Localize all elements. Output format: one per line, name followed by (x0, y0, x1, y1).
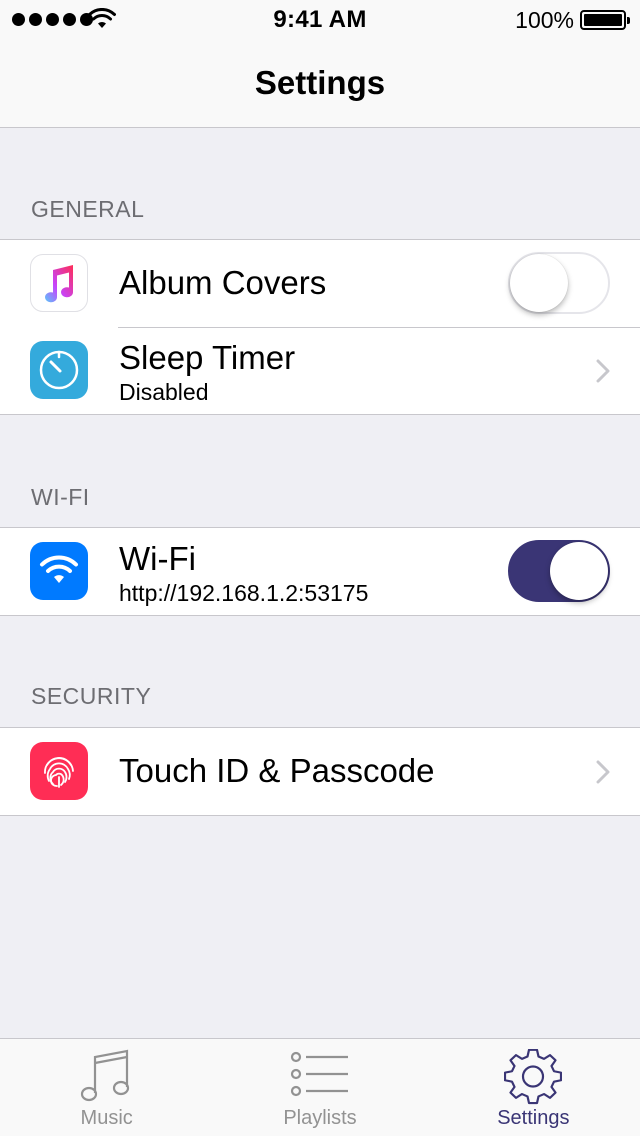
status-bar: 9:41 AM 100% (0, 0, 640, 40)
section-header-wifi: WI-FI (31, 484, 90, 510)
section-header-general: GENERAL (31, 196, 145, 222)
sleep-timer-label: Sleep Timer (119, 339, 296, 376)
row-wifi: Wi-Fi http://192.168.1.2:53175 (0, 528, 640, 615)
tab-playlists[interactable]: Playlists (213, 1039, 426, 1136)
battery-full-icon (580, 10, 630, 30)
toggle-knob (510, 254, 568, 312)
settings-screen: 9:41 AM 100% Settings GENERAL Album Cove… (0, 0, 640, 1136)
wifi-toggle[interactable] (508, 540, 610, 602)
row-sleep-timer[interactable]: Sleep Timer Disabled (0, 327, 640, 414)
album-covers-toggle[interactable] (508, 252, 610, 314)
chevron-right-icon (596, 760, 610, 784)
row-album-covers: Album Covers (0, 240, 640, 327)
wifi-address: http://192.168.1.2:53175 (119, 580, 369, 606)
gear-icon (504, 1049, 563, 1105)
tab-settings[interactable]: Settings (427, 1039, 640, 1136)
group-wifi: Wi-Fi http://192.168.1.2:53175 (0, 527, 640, 616)
tab-music-label: Music (80, 1107, 133, 1129)
album-covers-label: Album Covers (119, 264, 327, 301)
tab-playlists-label: Playlists (283, 1107, 357, 1129)
top-bar: 9:41 AM 100% Settings (0, 0, 640, 128)
tab-music[interactable]: Music (0, 1039, 213, 1136)
group-general: Album Covers Sleep Timer Disabled (0, 239, 640, 415)
row-touch-id[interactable]: Touch ID & Passcode (0, 728, 640, 815)
music-note-icon (30, 254, 88, 312)
tab-bar: Music Playlists Settings (0, 1038, 640, 1136)
chevron-right-icon (596, 359, 610, 383)
list-icon (290, 1051, 348, 1097)
fingerprint-icon (30, 742, 88, 800)
page-title: Settings (254, 64, 386, 101)
tab-settings-label: Settings (497, 1107, 570, 1129)
sleep-timer-value: Disabled (119, 379, 209, 405)
timer-icon (30, 341, 88, 399)
section-header-security: SECURITY (31, 683, 152, 709)
group-security: Touch ID & Passcode (0, 727, 640, 816)
wifi-label: Wi-Fi (119, 540, 196, 577)
touch-id-label: Touch ID & Passcode (119, 752, 435, 789)
wifi-icon (30, 542, 88, 600)
battery-percent: 100% (515, 7, 574, 33)
music-note-icon (80, 1049, 129, 1102)
toggle-knob (550, 542, 608, 600)
